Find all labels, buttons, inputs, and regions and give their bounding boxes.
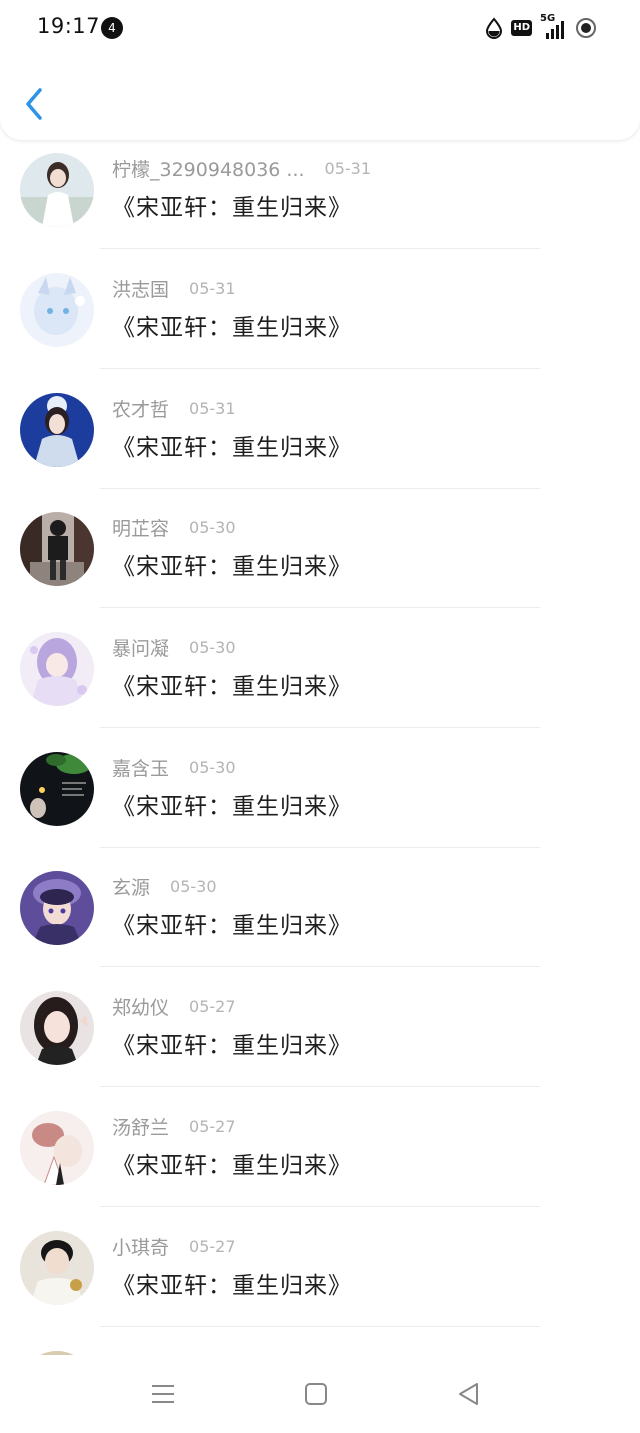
commenter-name[interactable]: 玄源 <box>112 873 150 900</box>
menu-icon[interactable] <box>148 1379 178 1409</box>
divider <box>100 607 540 608</box>
divider <box>100 1086 540 1087</box>
divider <box>100 1326 540 1327</box>
commenter-name[interactable]: 明芷容 <box>112 514 169 541</box>
comment-date: 05-27 <box>189 1236 236 1256</box>
comment-meta: 洪志国 05-31 <box>112 275 236 301</box>
list-item[interactable]: 汤舒兰 05-27 《宋亚轩：重生归来》 <box>0 1096 640 1216</box>
avatar[interactable] <box>20 153 94 227</box>
divider <box>100 368 540 369</box>
back-chevron-icon[interactable] <box>18 84 54 124</box>
status-icons: HD 5G <box>485 13 596 40</box>
comment-text[interactable]: 《宋亚轩：重生归来》 <box>112 308 352 342</box>
avatar[interactable] <box>20 1111 94 1185</box>
commenter-name[interactable]: 农才哲 <box>112 395 169 422</box>
system-navigation-bar <box>0 1355 640 1433</box>
comment-text[interactable]: 《宋亚轩：重生归来》 <box>112 906 352 940</box>
commenter-name[interactable]: 暴问凝 <box>112 634 169 661</box>
avatar[interactable] <box>20 273 94 347</box>
list-item[interactable] <box>0 1336 640 1355</box>
comment-meta: 郑幼仪 05-27 <box>112 993 236 1019</box>
list-item[interactable]: 嘉含玉 05-30 《宋亚轩：重生归来》 <box>0 737 640 857</box>
divider <box>100 1206 540 1207</box>
comment-text[interactable]: 《宋亚轩：重生归来》 <box>112 1026 352 1060</box>
avatar[interactable] <box>20 393 94 467</box>
list-item[interactable]: 郑幼仪 05-27 《宋亚轩：重生归来》 <box>0 976 640 1096</box>
comment-list[interactable]: 柠檬_3290948036 ... 05-31 《宋亚轩：重生归来》 洪志国 0… <box>0 140 640 1355</box>
list-item[interactable]: 玄源 05-30 《宋亚轩：重生归来》 <box>0 856 640 976</box>
divider <box>100 966 540 967</box>
commenter-name[interactable]: 柠檬_3290948036 ... <box>112 155 305 182</box>
comment-text[interactable]: 《宋亚轩：重生归来》 <box>112 188 352 222</box>
avatar[interactable] <box>20 991 94 1065</box>
commenter-name[interactable]: 洪志国 <box>112 275 169 302</box>
divider <box>100 488 540 489</box>
status-time: 19:17 <box>37 14 101 38</box>
signal-icon: 5G <box>540 13 568 39</box>
comment-meta: 嘉含玉 05-30 <box>112 754 236 780</box>
comment-text[interactable]: 《宋亚轩：重生归来》 <box>112 1266 352 1300</box>
comment-text[interactable]: 《宋亚轩：重生归来》 <box>112 1146 352 1180</box>
comment-date: 05-31 <box>189 278 236 298</box>
comment-meta: 柠檬_3290948036 ... 05-31 <box>112 155 371 181</box>
comment-date: 05-30 <box>170 876 217 896</box>
data-saver-icon <box>486 17 503 39</box>
comment-meta: 农才哲 05-31 <box>112 395 236 421</box>
comment-text[interactable]: 《宋亚轩：重生归来》 <box>112 787 352 821</box>
avatar[interactable] <box>20 871 94 945</box>
network-type: 5G <box>540 13 556 24</box>
list-item[interactable]: 柠檬_3290948036 ... 05-31 《宋亚轩：重生归来》 <box>0 140 640 258</box>
avatar[interactable] <box>20 752 94 826</box>
comment-date: 05-31 <box>324 158 372 178</box>
commenter-name[interactable]: 嘉含玉 <box>112 754 169 781</box>
divider <box>100 847 540 848</box>
hd-icon: HD <box>511 20 532 36</box>
list-item[interactable]: 暴问凝 05-30 《宋亚轩：重生归来》 <box>0 617 640 737</box>
comment-date: 05-30 <box>189 517 236 537</box>
divider <box>100 248 540 249</box>
home-square-icon[interactable] <box>301 1379 331 1409</box>
avatar[interactable] <box>20 1231 94 1305</box>
comment-meta: 明芷容 05-30 <box>112 514 236 540</box>
comment-text[interactable]: 《宋亚轩：重生归来》 <box>112 667 352 701</box>
commenter-name[interactable]: 汤舒兰 <box>112 1113 169 1140</box>
avatar[interactable] <box>20 512 94 586</box>
comment-meta: 小琪奇 05-27 <box>112 1233 236 1259</box>
list-item[interactable]: 小琪奇 05-27 《宋亚轩：重生归来》 <box>0 1216 640 1336</box>
list-item[interactable]: 洪志国 05-31 《宋亚轩：重生归来》 <box>0 258 640 378</box>
comment-meta: 汤舒兰 05-27 <box>112 1113 236 1139</box>
status-bar: 19:17 4 HD 5G <box>0 0 640 56</box>
comment-date: 05-31 <box>189 398 236 418</box>
comment-date: 05-30 <box>189 757 236 777</box>
comment-meta: 暴问凝 05-30 <box>112 634 236 660</box>
divider <box>100 727 540 728</box>
avatar[interactable] <box>20 632 94 706</box>
record-icon <box>576 18 596 38</box>
comment-meta: 玄源 05-30 <box>112 873 217 899</box>
commenter-name[interactable]: 郑幼仪 <box>112 993 169 1020</box>
top-header: 19:17 4 HD 5G <box>0 0 640 140</box>
comment-date: 05-27 <box>189 996 236 1016</box>
list-item[interactable]: 明芷容 05-30 《宋亚轩：重生归来》 <box>0 497 640 617</box>
comment-text[interactable]: 《宋亚轩：重生归来》 <box>112 547 352 581</box>
comment-date: 05-30 <box>189 637 236 657</box>
list-item[interactable]: 农才哲 05-31 《宋亚轩：重生归来》 <box>0 378 640 498</box>
comment-text[interactable]: 《宋亚轩：重生归来》 <box>112 428 352 462</box>
comment-date: 05-27 <box>189 1116 236 1136</box>
back-triangle-icon[interactable] <box>454 1379 484 1409</box>
notification-badge: 4 <box>101 17 123 39</box>
commenter-name[interactable]: 小琪奇 <box>112 1233 169 1260</box>
